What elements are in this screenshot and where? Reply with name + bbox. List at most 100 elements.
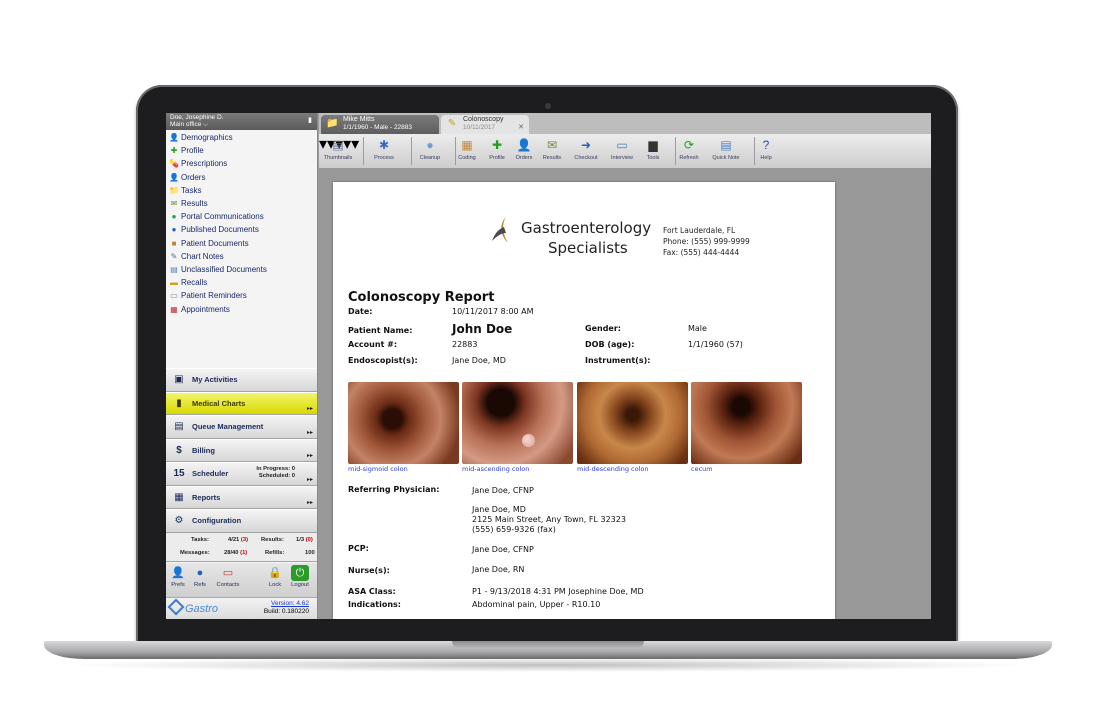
toolbar-process-button[interactable]: ✱ Process xyxy=(367,137,401,161)
prefs-button[interactable]: 👤 Prefs xyxy=(166,565,190,588)
logout-button[interactable]: ⏻ Logout xyxy=(288,565,312,588)
contacts-button[interactable]: ▭ Contacts xyxy=(214,565,242,588)
endoscopy-image[interactable] xyxy=(577,382,688,464)
toolbar-label: Coding xyxy=(458,155,476,161)
coding-icon: ▦ xyxy=(461,138,473,152)
module-queue-management[interactable]: ▤ Queue Management ▸▸ xyxy=(166,415,317,439)
stat-messages[interactable]: Messages: xyxy=(180,550,210,556)
sidebar-item-label: Patient Reminders xyxy=(181,291,247,301)
stat-messages-value[interactable]: 28/40 (1) xyxy=(224,550,247,556)
toolbar-help-button[interactable]: ? Help xyxy=(756,137,776,161)
module-list: ▣ My Activities ▮ Medical Charts ▸▸ ▤ Queue Ma… xyxy=(166,368,317,533)
sidebar-item-results[interactable]: ✉ Results xyxy=(166,197,317,210)
module-scheduler[interactable]: 15 Scheduler In Progress: 0 Scheduled: 0 ▸▸ xyxy=(166,462,317,486)
module-label: Scheduler xyxy=(192,469,229,479)
stat-tasks[interactable]: Tasks: xyxy=(191,537,209,543)
image-caption[interactable]: mid-ascending colon xyxy=(462,465,529,473)
sidebar-item-patient-documents[interactable]: ■ Patient Documents xyxy=(166,237,317,250)
toolbar-quick-note-button[interactable]: ▤ Quick Note xyxy=(708,137,744,161)
sidebar-item-label: Portal Communications xyxy=(181,212,264,222)
stat-tasks-value[interactable]: 4/21 (3) xyxy=(228,537,248,543)
tab-colonoscopy-sub: 10/11/2017 xyxy=(463,124,496,131)
brand-bar: Gastro Version: 4.62 Build: 0.180220 xyxy=(166,597,317,619)
gastro-logo-icon xyxy=(167,598,185,616)
tab-patient[interactable]: 📁 Mike Mitts 1/1/1960 - Male - 22883 xyxy=(321,115,439,134)
toolbar-label: Help xyxy=(760,155,772,161)
endoscopist-value: Jane Doe, MD xyxy=(452,356,506,365)
refs-button[interactable]: ● Refs xyxy=(188,565,212,588)
sidebar-item-prescriptions[interactable]: 💊 Prescriptions xyxy=(166,157,317,170)
stat-refills[interactable]: Refills: xyxy=(265,550,284,556)
stat-results-value[interactable]: 1/3 (0) xyxy=(296,537,313,543)
clinic-name-line2: Specialists xyxy=(548,239,628,257)
expand-arrows-icon[interactable]: ▸▸ xyxy=(307,429,313,436)
toolbar-orders-button[interactable]: 👤 Orders xyxy=(512,137,536,161)
toolbar-checkout-button[interactable]: ➜ Checkout xyxy=(571,137,601,161)
expand-arrows-icon[interactable]: ▸▸ xyxy=(307,476,313,483)
lock-button[interactable]: 🔒 Lock xyxy=(263,565,287,588)
interview-icon: ▭ xyxy=(616,138,628,152)
clinic-logo-icon xyxy=(492,217,508,243)
camera-icon xyxy=(545,103,551,109)
expand-arrows-icon[interactable]: ▸▸ xyxy=(307,405,313,412)
expand-arrows-icon[interactable]: ▸▸ xyxy=(307,499,313,506)
toolbar-refresh-button[interactable]: ⟳ Refresh xyxy=(675,137,703,161)
toolbar-label: Checkout xyxy=(574,155,598,161)
sidebar-item-orders[interactable]: 👤 Orders xyxy=(166,171,317,184)
toolbar-tools-button[interactable]: ▆ Tools xyxy=(641,137,665,161)
chevron-down-icon[interactable]: ⌵ xyxy=(203,121,208,128)
module-configuration[interactable]: ⚙ Configuration xyxy=(166,509,317,533)
stat-refills-value[interactable]: 100 xyxy=(305,550,315,556)
folder-icon: 📁 xyxy=(169,185,179,195)
sidebar-item-demographics[interactable]: 👤 Demographics xyxy=(166,131,317,144)
module-reports[interactable]: ▦ Reports ▸▸ xyxy=(166,485,317,509)
sidebar-item-recalls[interactable]: ▬ Recalls xyxy=(166,276,317,289)
image-caption[interactable]: cecum xyxy=(691,465,713,473)
image-caption[interactable]: mid-sigmoid colon xyxy=(348,465,408,473)
help-icon: ? xyxy=(762,138,770,152)
image-caption[interactable]: mid-descending colon xyxy=(577,465,649,473)
toolbar-label: Interview xyxy=(610,155,633,161)
tab-colonoscopy[interactable]: ✎ Colonoscopy 10/11/2017 ✕ xyxy=(441,115,529,134)
user-header[interactable]: Doe, Josephine D. Main office ⌵ ▮ xyxy=(166,113,317,130)
user-name: Doe, Josephine D. xyxy=(170,114,224,121)
dob-value: 1/1/1960 (57) xyxy=(688,340,743,349)
toolbar-thumbnails-button[interactable]: ▤ Thumbnails xyxy=(323,137,353,161)
endoscopy-image[interactable] xyxy=(462,382,573,464)
endoscopy-image[interactable] xyxy=(348,382,459,464)
sidebar-item-tasks[interactable]: 📁 Tasks xyxy=(166,184,317,197)
sidebar-item-appointments[interactable]: ▦ Appointments xyxy=(166,302,317,315)
build-number: Build: 0.180220 xyxy=(263,608,309,615)
sidebar-bottom-toolbar: 👤 Prefs ● Refs ▭ Contacts 🔒 Lock ⏻ Logout xyxy=(166,563,317,597)
sidebar-item-unclassified-documents[interactable]: ▤ Unclassified Documents xyxy=(166,263,317,276)
pin-icon[interactable]: ▮ xyxy=(308,117,312,124)
sidebar-item-portal-communications[interactable]: ● Portal Communications xyxy=(166,210,317,223)
close-icon[interactable]: ✕ xyxy=(518,124,524,132)
endoscopy-image[interactable] xyxy=(691,382,802,464)
module-billing[interactable]: $ Billing ▸▸ xyxy=(166,438,317,462)
toolbar-cleanup-button[interactable]: ● Cleanup xyxy=(415,137,445,161)
toolbar-coding-button[interactable]: ▦ Coding xyxy=(454,137,480,161)
module-label: Queue Management xyxy=(192,422,264,432)
toolbar-profile-button[interactable]: ✚ Profile xyxy=(485,137,509,161)
sidebar-item-published-documents[interactable]: ● Published Documents xyxy=(166,223,317,236)
pencil-icon: ✎ xyxy=(447,118,457,129)
orders-icon: 👤 xyxy=(516,138,532,152)
activities-icon: ▣ xyxy=(174,374,184,386)
sidebar-item-profile[interactable]: ✚ Profile xyxy=(166,144,317,157)
stat-results[interactable]: Results: xyxy=(261,537,284,543)
sidebar-item-chart-notes[interactable]: ✎ Chart Notes xyxy=(166,250,317,263)
toolbar-results-button[interactable]: ✉ Results xyxy=(540,137,564,161)
toolbar-interview-button[interactable]: ▭ Interview xyxy=(607,137,637,161)
calendar-icon: ▦ xyxy=(170,304,178,314)
module-medical-charts[interactable]: ▮ Medical Charts ▸▸ xyxy=(166,391,317,415)
version-link[interactable]: Version: 4.62 xyxy=(264,600,309,608)
indications-value: Abdominal pain, Upper - R10.10 xyxy=(472,600,601,609)
dob-label: DOB (age): xyxy=(585,340,635,349)
expand-arrows-icon[interactable]: ▸▸ xyxy=(307,452,313,459)
sidebar-item-patient-reminders[interactable]: ▭ Patient Reminders xyxy=(166,289,317,302)
referring-md: Jane Doe, MD xyxy=(472,505,526,514)
module-my-activities[interactable]: ▣ My Activities xyxy=(166,368,317,392)
office-select[interactable]: Main office xyxy=(170,121,201,128)
patient-name-label: Patient Name: xyxy=(348,326,413,335)
